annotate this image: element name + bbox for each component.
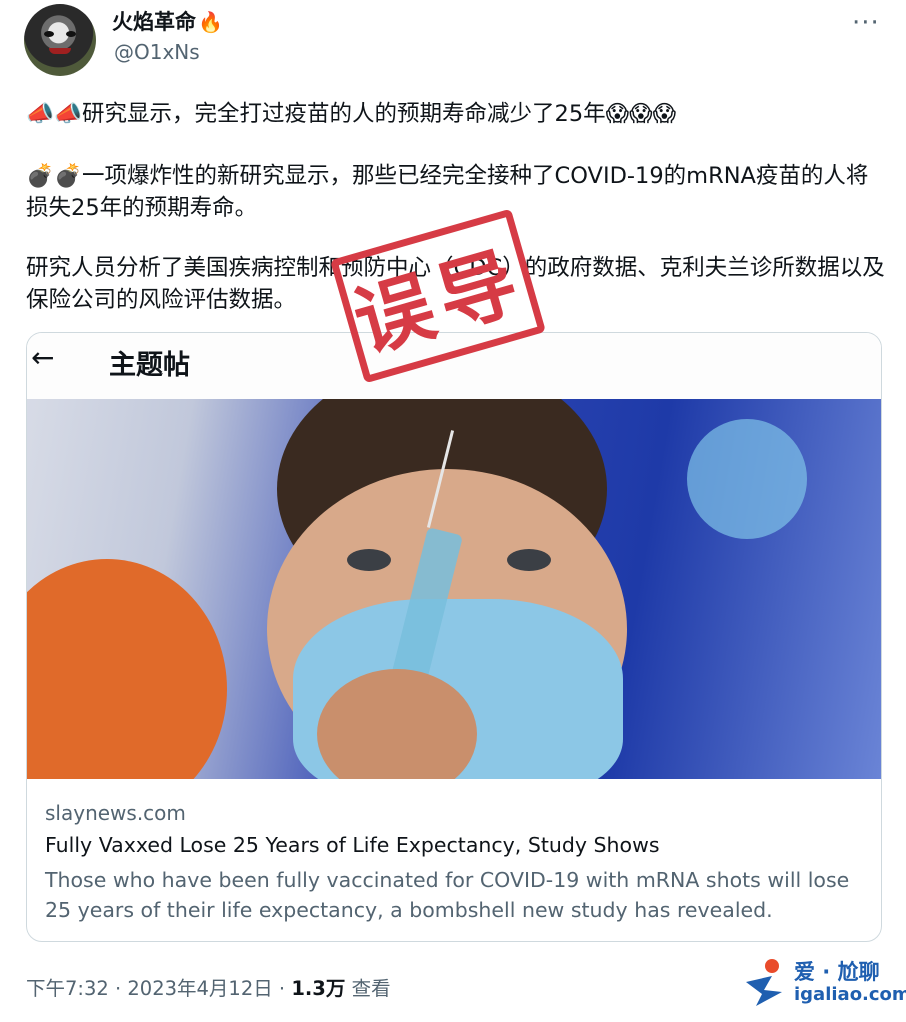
card-domain: slaynews.com bbox=[45, 801, 186, 825]
eye-shape bbox=[347, 549, 391, 571]
thread-title: 主题帖 bbox=[109, 350, 190, 381]
orange-sleeve-shape bbox=[27, 559, 227, 779]
tweet-meta: 下午7:32 · 2023年4月12日 · 1.3万 查看 bbox=[26, 972, 391, 1001]
fire-emoji: 🔥 bbox=[198, 10, 223, 34]
balloon-shape bbox=[687, 419, 807, 539]
tweet-paragraph-1: 📣📣研究显示，完全打过疫苗的人的预期寿命减少了25年😱😱😱 bbox=[26, 101, 677, 127]
back-arrow-icon: ← bbox=[31, 341, 55, 374]
user-name[interactable]: 火焰革命 bbox=[112, 10, 196, 34]
more-options-icon[interactable]: ··· bbox=[852, 8, 880, 38]
avatar-eye bbox=[66, 31, 76, 37]
link-card[interactable]: ← 主题帖 slaynews.com Fully Vaxxed Lose 25 … bbox=[26, 332, 882, 942]
view-count: 1.3万 bbox=[291, 977, 346, 1000]
card-description: Those who have been fully vaccinated for… bbox=[45, 868, 850, 922]
views-label: 查看 bbox=[345, 977, 391, 1000]
user-name-row[interactable]: 火焰革命 🔥 bbox=[112, 6, 223, 36]
user-handle[interactable]: @O1xNs bbox=[114, 40, 200, 64]
card-title: Fully Vaxxed Lose 25 Years of Life Expec… bbox=[45, 833, 660, 857]
watermark-en: igaliao.com bbox=[794, 984, 906, 1005]
timestamp[interactable]: 下午7:32 · 2023年4月12日 · bbox=[26, 977, 291, 1000]
watermark-logo-icon bbox=[746, 959, 782, 1006]
avatar-mouth bbox=[49, 48, 71, 54]
user-avatar[interactable] bbox=[24, 4, 96, 76]
watermark: 爱 · 尬聊 igaliao.com bbox=[742, 956, 906, 1012]
avatar-eye bbox=[44, 31, 54, 37]
watermark-cn: 爱 · 尬聊 bbox=[794, 960, 880, 984]
eye-shape bbox=[507, 549, 551, 571]
card-image[interactable] bbox=[27, 399, 881, 779]
tweet-paragraph-2: 💣💣一项爆炸性的新研究显示，那些已经完全接种了COVID-19的mRNA疫苗的人… bbox=[26, 163, 869, 221]
